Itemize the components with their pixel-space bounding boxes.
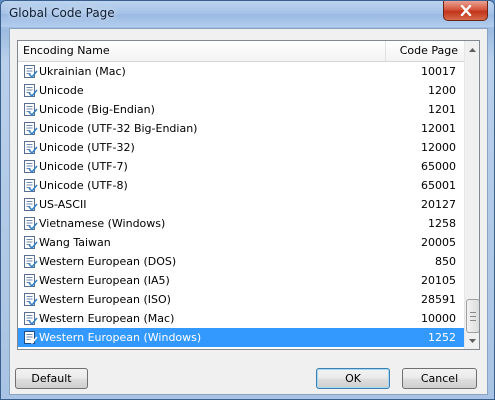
close-button[interactable] xyxy=(443,1,488,21)
code-page-value: 28591 xyxy=(421,293,456,306)
code-page-value: 12000 xyxy=(421,141,456,154)
code-page-value: 1201 xyxy=(428,103,456,116)
scroll-up-button[interactable] xyxy=(465,41,479,58)
encoding-file-icon xyxy=(24,217,38,231)
code-page-value: 20005 xyxy=(421,236,456,249)
encoding-name: Western European (Mac) xyxy=(39,312,175,325)
encoding-file-icon xyxy=(24,179,38,193)
encoding-name: Vietnamese (Windows) xyxy=(39,217,166,230)
encoding-name: Western European (DOS) xyxy=(39,255,177,268)
code-page-value: 10017 xyxy=(421,65,456,78)
grip-icon xyxy=(470,311,476,321)
list-item[interactable]: Unicode (UTF-8) 65001 xyxy=(18,176,464,195)
encoding-file-icon xyxy=(24,331,38,345)
encoding-file-icon xyxy=(24,312,38,326)
encoding-file-icon xyxy=(24,84,38,98)
scroll-down-button[interactable] xyxy=(465,332,479,349)
scroll-thumb[interactable] xyxy=(466,299,479,333)
list-item[interactable]: Unicode 1200 xyxy=(18,81,464,100)
ok-button[interactable]: OK xyxy=(316,368,390,389)
encoding-file-icon xyxy=(24,65,38,79)
encoding-name: Western European (ISO) xyxy=(39,293,171,306)
encoding-file-icon xyxy=(24,293,38,307)
list-item[interactable]: Unicode (UTF-7) 65000 xyxy=(18,157,464,176)
window-title: Global Code Page xyxy=(9,6,115,20)
code-page-value: 20127 xyxy=(421,198,456,211)
list-item[interactable]: Wang Taiwan 20005 xyxy=(18,233,464,252)
default-button[interactable]: Default xyxy=(15,368,88,389)
encoding-file-icon xyxy=(24,160,38,174)
list-item[interactable]: US-ASCII 20127 xyxy=(18,195,464,214)
list-item-selected[interactable]: Western European (Windows) 1252 xyxy=(18,328,464,347)
code-page-value: 12001 xyxy=(421,122,456,135)
close-icon xyxy=(460,5,471,16)
code-page-value: 850 xyxy=(435,255,456,268)
encoding-file-icon xyxy=(24,255,38,269)
code-page-value: 65000 xyxy=(421,160,456,173)
list-item[interactable]: Western European (Mac) 10000 xyxy=(18,309,464,328)
encoding-name: Unicode (UTF-8) xyxy=(39,179,128,192)
encoding-file-icon xyxy=(24,198,38,212)
list-item[interactable]: Unicode (UTF-32 Big-Endian) 12001 xyxy=(18,119,464,138)
list-rows: Ukrainian (Mac) 10017 Unicode 1200 Unicode… xyxy=(18,62,464,347)
list-item[interactable]: Western European (IA5) 20105 xyxy=(18,271,464,290)
encoding-file-icon xyxy=(24,274,38,288)
code-page-value: 1252 xyxy=(428,331,456,344)
column-header-code-page[interactable]: Code Page xyxy=(386,41,464,61)
list-item[interactable]: Unicode (UTF-32) 12000 xyxy=(18,138,464,157)
code-page-value: 1258 xyxy=(428,217,456,230)
list-item[interactable]: Western European (ISO) 28591 xyxy=(18,290,464,309)
encoding-list[interactable]: Encoding Name Code Page Ukrainian (Mac) 1… xyxy=(17,40,480,350)
code-page-value: 10000 xyxy=(421,312,456,325)
column-header-encoding-name[interactable]: Encoding Name xyxy=(18,41,386,61)
list-item[interactable]: Western European (DOS) 850 xyxy=(18,252,464,271)
list-item[interactable]: Vietnamese (Windows) 1258 xyxy=(18,214,464,233)
arrow-down-icon xyxy=(469,338,476,343)
encoding-name: Wang Taiwan xyxy=(39,236,111,249)
encoding-name: Unicode xyxy=(39,84,84,97)
title-bar[interactable]: Global Code Page xyxy=(1,1,494,27)
encoding-file-icon xyxy=(24,103,38,117)
encoding-name: US-ASCII xyxy=(39,198,87,211)
encoding-file-icon xyxy=(24,236,38,250)
cancel-button[interactable]: Cancel xyxy=(402,368,477,389)
encoding-file-icon xyxy=(24,122,38,136)
encoding-name: Western European (IA5) xyxy=(39,274,170,287)
code-page-value: 65001 xyxy=(421,179,456,192)
encoding-name: Unicode (Big-Endian) xyxy=(39,103,155,116)
encoding-name: Unicode (UTF-7) xyxy=(39,160,128,173)
encoding-name: Unicode (UTF-32) xyxy=(39,141,135,154)
dialog-client-area: Encoding Name Code Page Ukrainian (Mac) 1… xyxy=(9,28,488,395)
encoding-name: Western European (Windows) xyxy=(39,331,202,344)
encoding-file-icon xyxy=(24,141,38,155)
list-item[interactable]: Ukrainian (Mac) 10017 xyxy=(18,62,464,81)
code-page-value: 1200 xyxy=(428,84,456,97)
global-code-page-dialog: Global Code Page Encoding Name Code Page… xyxy=(0,0,495,400)
code-page-value: 20105 xyxy=(421,274,456,287)
list-item[interactable]: Unicode (Big-Endian) 1201 xyxy=(18,100,464,119)
vertical-scrollbar[interactable] xyxy=(464,41,479,349)
list-header: Encoding Name Code Page xyxy=(18,41,464,62)
encoding-name: Ukrainian (Mac) xyxy=(39,65,126,78)
arrow-up-icon xyxy=(469,47,476,52)
encoding-name: Unicode (UTF-32 Big-Endian) xyxy=(39,122,198,135)
